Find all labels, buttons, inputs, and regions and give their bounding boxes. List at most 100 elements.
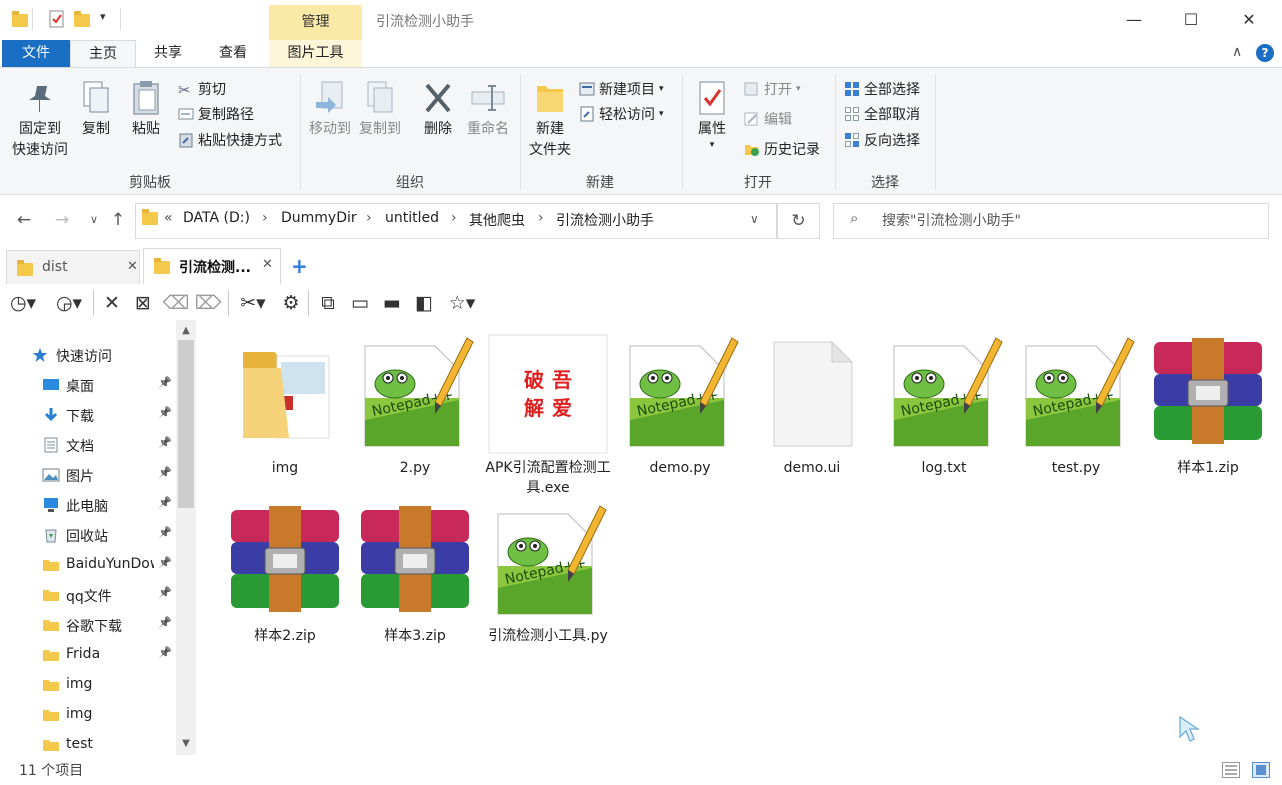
- breadcrumb-item[interactable]: DummyDir: [281, 210, 357, 226]
- history-button[interactable]: 历史记录: [744, 138, 820, 160]
- history-forward-icon[interactable]: ◶▾: [50, 290, 88, 316]
- chevron-right-icon[interactable]: ›: [538, 210, 544, 226]
- nav-item[interactable]: img: [0, 700, 176, 730]
- breadcrumb-item[interactable]: DATA (D:): [183, 210, 250, 226]
- copy-path-button[interactable]: 复制路径: [178, 103, 254, 125]
- cut-button[interactable]: ✂ 剪切: [178, 78, 226, 100]
- breadcrumb-item[interactable]: 引流检测小助手: [556, 210, 654, 230]
- nav-scroll-thumb[interactable]: [178, 340, 194, 508]
- properties-quick-icon[interactable]: [48, 10, 66, 28]
- close-tab-icon[interactable]: ✕: [262, 257, 273, 272]
- customize-quick-access-icon[interactable]: ▾: [100, 10, 106, 23]
- scroll-up-icon[interactable]: ▲: [176, 322, 196, 340]
- close-icon[interactable]: ✕: [100, 290, 124, 316]
- context-tab-manage[interactable]: 管理: [269, 5, 362, 40]
- tab-picture-tools[interactable]: 图片工具: [269, 40, 362, 67]
- chevron-right-icon[interactable]: ›: [451, 210, 457, 226]
- properties-button[interactable]: 属性 ▾: [690, 80, 734, 150]
- file-item[interactable]: Notepad++ 引流检测小工具.py: [483, 502, 613, 646]
- navigation-pane-icon[interactable]: ◧: [410, 290, 438, 316]
- paste-shortcut-button[interactable]: 粘贴快捷方式: [178, 129, 282, 151]
- address-dropdown-icon[interactable]: ∨: [750, 212, 759, 226]
- copy-to-button[interactable]: 复制到: [356, 80, 404, 140]
- history-back-icon[interactable]: ◷▾: [6, 290, 40, 316]
- folder-tab-dist[interactable]: dist ✕: [6, 250, 140, 284]
- open-button[interactable]: 打开 ▾: [744, 78, 801, 100]
- file-item[interactable]: Notepad++ 2.py: [350, 334, 480, 478]
- nav-item[interactable]: 下载 📌: [0, 400, 176, 430]
- breadcrumb-item[interactable]: 其他爬虫: [469, 210, 525, 230]
- tab-file[interactable]: 文件: [2, 40, 70, 67]
- details-pane-icon[interactable]: ▬: [378, 290, 406, 316]
- new-window-icon[interactable]: ⧉: [314, 290, 342, 316]
- pin-quick-access-button[interactable]: 固定到 快速访问: [6, 80, 74, 161]
- file-item[interactable]: Notepad++ log.txt: [879, 334, 1009, 478]
- breadcrumb-item[interactable]: untitled: [385, 210, 439, 226]
- nav-item[interactable]: img: [0, 670, 176, 700]
- recent-locations-icon[interactable]: ∨: [82, 207, 106, 233]
- file-item[interactable]: 破吾解爱 APK引流配置检测工具.exe: [483, 334, 613, 498]
- file-item[interactable]: 样本2.zip: [220, 502, 350, 646]
- tab-view[interactable]: 查看: [200, 40, 266, 67]
- chevron-right-icon[interactable]: ›: [262, 210, 268, 226]
- close-left-icon[interactable]: ⌫: [162, 290, 190, 316]
- nav-item[interactable]: 回收站 📌: [0, 520, 176, 550]
- nav-item[interactable]: qq文件 📌: [0, 580, 176, 610]
- address-overflow[interactable]: «: [164, 210, 173, 226]
- edit-button[interactable]: 编辑: [744, 108, 792, 130]
- nav-item[interactable]: 桌面 📌: [0, 370, 176, 400]
- help-icon[interactable]: ?: [1256, 44, 1274, 62]
- close-right-icon[interactable]: ⌦: [194, 290, 222, 316]
- file-item[interactable]: Notepad++ test.py: [1011, 334, 1141, 478]
- refresh-icon[interactable]: ↻: [777, 203, 820, 239]
- nav-item[interactable]: 谷歌下载 📌: [0, 610, 176, 640]
- scissors-icon[interactable]: ✂▾: [234, 290, 272, 316]
- file-item[interactable]: 样本3.zip: [350, 502, 480, 646]
- paste-button[interactable]: 粘贴: [124, 80, 168, 140]
- details-view-icon[interactable]: [1222, 762, 1240, 778]
- large-icons-view-icon[interactable]: [1252, 762, 1270, 778]
- gear-icon[interactable]: ⚙: [278, 290, 304, 316]
- collapse-ribbon-icon[interactable]: ∧: [1232, 44, 1242, 60]
- folder-tab-active[interactable]: 引流检测... ✕: [143, 248, 281, 284]
- favorites-star-icon[interactable]: ☆▾: [442, 290, 482, 316]
- file-item[interactable]: demo.ui: [747, 334, 877, 478]
- new-tab-icon[interactable]: +: [291, 254, 308, 278]
- close-icon[interactable]: ✕: [1220, 0, 1278, 40]
- rename-button[interactable]: 重命名: [462, 80, 514, 140]
- close-tab-icon[interactable]: ✕: [127, 259, 138, 274]
- file-item[interactable]: img: [220, 334, 350, 478]
- nav-item[interactable]: 此电脑 📌: [0, 490, 176, 520]
- select-none-button[interactable]: 全部取消: [844, 103, 920, 125]
- file-item[interactable]: Notepad++ demo.py: [615, 334, 745, 478]
- new-folder-quick-icon[interactable]: [74, 10, 92, 28]
- forward-icon[interactable]: →: [50, 207, 74, 233]
- delete-button[interactable]: 删除: [416, 80, 460, 140]
- tab-home[interactable]: 主页: [70, 40, 136, 67]
- nav-item[interactable]: test: [0, 730, 176, 760]
- preview-pane-icon[interactable]: ▭: [346, 290, 374, 316]
- group-label-open: 打开: [744, 175, 772, 191]
- nav-item[interactable]: 图片 📌: [0, 460, 176, 490]
- file-item[interactable]: 样本1.zip: [1143, 334, 1273, 478]
- back-icon[interactable]: ←: [12, 207, 36, 233]
- invert-selection-button[interactable]: 反向选择: [844, 129, 920, 151]
- move-to-button[interactable]: 移动到: [306, 80, 354, 140]
- new-folder-button[interactable]: 新建 文件夹: [524, 80, 576, 161]
- new-item-button[interactable]: 新建项目 ▾: [579, 78, 664, 100]
- up-icon[interactable]: ↑: [106, 207, 130, 233]
- easy-access-button[interactable]: 轻松访问 ▾: [579, 103, 664, 125]
- chevron-down-icon: ▾: [796, 84, 801, 94]
- chevron-right-icon[interactable]: ›: [366, 210, 372, 226]
- nav-item[interactable]: BaiduYunDownload 📌: [0, 550, 176, 580]
- copy-button[interactable]: 复制: [74, 80, 118, 140]
- minimize-icon[interactable]: —: [1105, 0, 1163, 40]
- close-other-tabs-icon[interactable]: ⊠: [130, 290, 156, 316]
- nav-item[interactable]: Frida 📌: [0, 640, 176, 670]
- scroll-down-icon[interactable]: ▼: [176, 735, 196, 753]
- nav-item[interactable]: 文档 📌: [0, 430, 176, 460]
- nav-item[interactable]: 快速访问: [0, 340, 176, 370]
- maximize-icon[interactable]: ☐: [1162, 0, 1220, 40]
- select-all-button[interactable]: 全部选择: [844, 78, 920, 100]
- tab-share[interactable]: 共享: [136, 40, 200, 67]
